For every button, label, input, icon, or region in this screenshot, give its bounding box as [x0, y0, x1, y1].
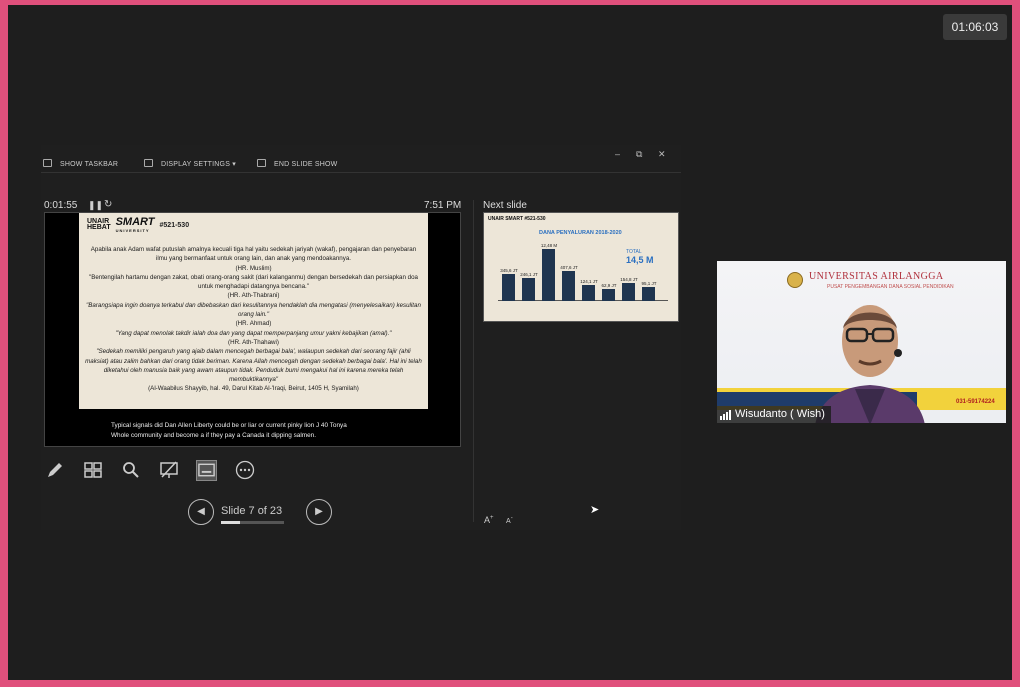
previous-slide-button[interactable]: ◀	[188, 499, 214, 525]
decrease-font-button[interactable]: A-	[506, 516, 513, 525]
slide-line: (HR. Ahmad)	[235, 320, 272, 328]
chart-bar-value: 246,1 JT	[520, 271, 538, 277]
unair-logo: UNAIR HEBAT	[87, 218, 111, 231]
chart-bar-value: 95,1 JT	[641, 280, 657, 286]
slide-progress-fill	[221, 521, 241, 524]
end-slide-show-label: END SLIDE SHOW	[274, 161, 338, 168]
slide-line: "Barangsiapa ingin doanya terkabul dan d…	[86, 301, 421, 319]
more-options-icon[interactable]	[234, 460, 255, 481]
chart-bar-value: 12,48 M	[540, 243, 558, 248]
display-settings-button[interactable]: DISPLAY SETTINGS ▾	[144, 159, 236, 168]
taskbar-icon	[43, 159, 52, 167]
slide-line: (HR. Ath-Thahawi)	[228, 338, 279, 346]
slide-body-text: Apabila anak Adam wafat putuslah amalnya…	[85, 245, 422, 394]
chart-bar-value: 124,1 JT	[580, 278, 598, 284]
slide-logo-row: UNAIR HEBAT SMART UNIVERSITY #521-530	[87, 216, 190, 233]
signal-bars-icon	[720, 409, 731, 420]
chart-bar	[642, 286, 655, 301]
next-slide-logo: UNAIR SMART #521-530	[488, 216, 546, 222]
caption-line: Whole community and become a if they pay…	[111, 432, 316, 439]
chart-bar	[622, 282, 635, 301]
presenter-view-window: – ⧉ ✕ SHOW TASKBAR DISPLAY SETTINGS ▾ EN…	[41, 145, 681, 530]
video-banner-header: UNIVERSITAS AIRLANGGA	[809, 271, 944, 282]
end-show-icon	[257, 159, 266, 167]
show-taskbar-button[interactable]: SHOW TASKBAR	[43, 159, 118, 168]
panel-divider[interactable]	[473, 200, 474, 522]
display-settings-label: DISPLAY SETTINGS ▾	[161, 161, 236, 168]
chart-bar	[582, 284, 595, 301]
participant-name-tag: Wisudanto ( Wish)	[717, 406, 831, 423]
slide-line: (HR. Ath-Thabrani)	[227, 292, 280, 300]
chevron-left-icon: ◀	[197, 506, 205, 517]
chart-bar	[542, 249, 555, 301]
mouse-cursor-icon: ➤	[590, 504, 600, 516]
live-captions: Typical signals did Dan Allen Liberty co…	[111, 421, 411, 441]
slide-line: (HR. Muslim)	[235, 264, 272, 272]
black-screen-icon[interactable]	[158, 460, 179, 481]
chevron-right-icon: ▶	[315, 506, 323, 517]
chart-bar	[522, 277, 535, 301]
slide-progress-bar	[221, 521, 284, 524]
zoom-icon[interactable]	[120, 460, 141, 481]
display-settings-icon	[144, 159, 153, 167]
next-slide-label: Next slide	[483, 200, 527, 211]
participant-name: Wisudanto ( Wish)	[735, 408, 825, 420]
slide-number-badge: #521-530	[159, 221, 190, 229]
smart-logo: SMART UNIVERSITY	[115, 216, 155, 233]
slide-line: Apabila anak Adam wafat putuslah amalnya…	[90, 246, 417, 263]
slide-line: "Yang dapat menolak takdir ialah doa dan…	[115, 329, 392, 337]
subtitles-icon[interactable]	[196, 459, 217, 481]
slide-line: "Bentengilah hartamu dengan zakat, obati…	[89, 273, 418, 291]
slide-counter[interactable]: Slide 7 of 23	[221, 505, 282, 517]
caption-line: Typical signals did Dan Allen Liberty co…	[111, 422, 347, 429]
meeting-timer: 01:06:03	[943, 14, 1007, 40]
pen-icon[interactable]	[44, 460, 65, 481]
next-slide-title: DANA PENYALURAN 2018-2020	[539, 230, 622, 236]
slide-line: "Sedekah memiliki pengaruh yang ajaib da…	[85, 348, 422, 384]
show-taskbar-label: SHOW TASKBAR	[60, 161, 119, 168]
current-slide-area: UNAIR HEBAT SMART UNIVERSITY #521-530 Ap…	[44, 212, 461, 447]
participant-video-tile[interactable]: UNIVERSITAS AIRLANGGA PUSAT PENGEMBANGAN…	[717, 261, 1006, 423]
restart-icon[interactable]: ↻	[104, 199, 112, 210]
font-size-controls: A+ A-	[484, 515, 513, 525]
chart-bar-value: 407,6 JT	[560, 265, 578, 271]
participant-image	[815, 305, 925, 423]
pause-icon[interactable]: ❚❚	[88, 200, 103, 211]
next-slide-button[interactable]: ▶	[306, 499, 332, 525]
chart-bar-value: 345,6 JT	[500, 267, 518, 273]
screen-share-area: 01:06:03 – ⧉ ✕ SHOW TASKBAR DISPLAY SETT…	[8, 5, 1012, 680]
slide-line: (Al-Waabilus Shayyib, hal. 49, Darul Kit…	[148, 385, 359, 393]
end-slide-show-button[interactable]: END SLIDE SHOW	[257, 159, 337, 168]
next-slide-preview: UNAIR SMART #521-530 DANA PENYALURAN 201…	[483, 212, 679, 322]
chart-bar-value: 154,8 JT	[620, 276, 638, 282]
presenter-tools	[44, 458, 255, 482]
chart-bar	[502, 273, 515, 301]
chart-bar	[562, 271, 575, 301]
current-slide: UNAIR HEBAT SMART UNIVERSITY #521-530 Ap…	[79, 213, 428, 409]
presenter-toolbar: SHOW TASKBAR DISPLAY SETTINGS ▾ END SLID…	[41, 157, 681, 173]
video-banner-phone: 031-59174224	[956, 399, 995, 405]
increase-font-button[interactable]: A+	[484, 515, 494, 525]
see-all-slides-icon[interactable]	[82, 460, 103, 481]
university-seal-icon	[787, 272, 803, 288]
chart-bar	[602, 289, 615, 301]
funding-bar-chart: 345,6 JT 246,1 JT 12,48 M 407,6 JT 124,1 JT 6…	[498, 241, 668, 311]
chart-bar-value: 62,9 JT	[601, 283, 617, 289]
clock: 7:51 PM	[424, 200, 462, 211]
elapsed-time: 0:01:55	[44, 200, 78, 211]
